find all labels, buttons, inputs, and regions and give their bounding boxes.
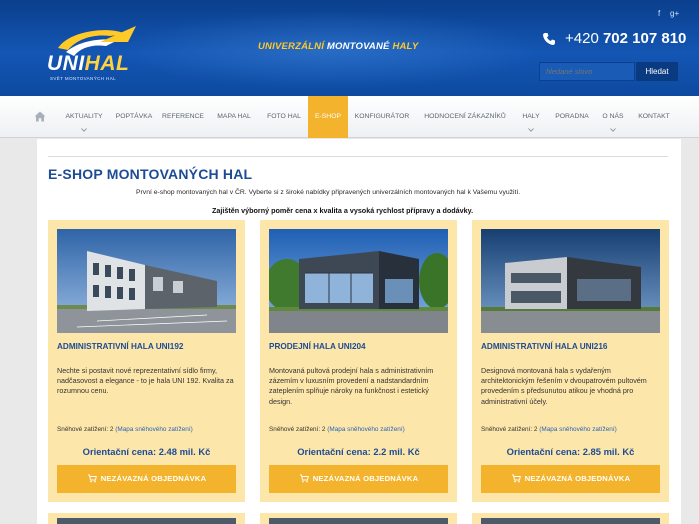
phone-icon xyxy=(543,33,555,45)
header-tagline: UNIVERZÁLNÍ MONTOVANÉ HALY xyxy=(258,41,418,52)
nav-item-hodnoceni-zakazniku[interactable]: HODNOCENÍ ZÁKAZNÍKŮ xyxy=(416,96,514,138)
cart-icon xyxy=(299,474,309,483)
nav-item-kontakt[interactable]: KONTAKT xyxy=(630,96,678,138)
site-header: UNIHAL SVĚT MONTOVANÝCH HAL UNIVERZÁLNÍ … xyxy=(0,0,699,96)
logo-accent-text: HAL xyxy=(84,52,130,75)
nav-item-mapa-hal[interactable]: MAPA HAL xyxy=(208,96,260,138)
product-description: Nechte si postavit nové reprezentativní … xyxy=(57,366,234,396)
nav-item-poradna[interactable]: PORADNA xyxy=(548,96,596,138)
order-button-label: NEZÁVAZNÁ OBJEDNÁVKA xyxy=(312,474,419,483)
snow-load-label: Sněhové zatížení: 2 xyxy=(57,426,114,433)
product-price: Orientační cena: 2.2 mil. Kč xyxy=(297,446,420,457)
nav-item-aktuality[interactable]: AKTUALITY xyxy=(58,96,110,138)
snow-map-link[interactable]: (Mapa sněhového zatížení) xyxy=(327,426,404,433)
order-button[interactable]: NEZÁVAZNÁ OBJEDNÁVKA xyxy=(57,465,236,493)
snow-map-link[interactable]: (Mapa sněhového zatížení) xyxy=(115,426,192,433)
nav-label: HALY xyxy=(522,113,540,120)
order-button-label: NEZÁVAZNÁ OBJEDNÁVKA xyxy=(100,474,207,483)
tagline-word-1: UNIVERZÁLNÍ xyxy=(258,41,325,52)
product-description: Designová montovaná hala s vydařeným arc… xyxy=(481,366,647,406)
tagline-word-2: MONTOVANÉ xyxy=(326,41,390,52)
product-title[interactable]: PRODEJNÍ HALA UNI204 xyxy=(269,342,449,351)
cart-icon xyxy=(511,474,521,483)
product-title[interactable]: ADMINISTRATIVNÍ HALA UNI216 xyxy=(481,342,661,351)
product-card-next xyxy=(472,513,669,524)
chevron-down-icon xyxy=(528,128,534,132)
cart-icon xyxy=(87,474,97,483)
nav-item-haly[interactable]: HALY xyxy=(514,96,548,138)
phone-prefix: +420 xyxy=(565,30,599,47)
nav-item-e-shop[interactable]: E-SHOP xyxy=(308,96,348,138)
home-icon[interactable] xyxy=(34,111,46,122)
page-intro-highlight: Zajištěn výborný poměr cena x kvalita a … xyxy=(212,206,474,215)
product-card-next xyxy=(48,513,245,524)
nav-item-poptavka[interactable]: POPTÁVKA xyxy=(110,96,158,138)
phone-number[interactable]: +420 702 107 810 xyxy=(565,30,686,47)
nav-item-konfigurator[interactable]: KONFIGURÁTOR xyxy=(348,96,416,138)
page-title: E-SHOP MONTOVANÝCH HAL xyxy=(48,166,253,182)
product-card-next xyxy=(260,513,457,524)
nav-item-reference[interactable]: REFERENCE xyxy=(158,96,208,138)
order-button[interactable]: NEZÁVAZNÁ OBJEDNÁVKA xyxy=(481,465,660,493)
product-description: Montovaná pultová prodejní hala s admini… xyxy=(269,366,434,406)
product-photo[interactable] xyxy=(481,518,660,524)
tagline-word-3: HALY xyxy=(392,41,419,52)
main-navigation: AKTUALITY POPTÁVKA REFERENCE MAPA HAL FO… xyxy=(0,96,699,138)
order-button[interactable]: NEZÁVAZNÁ OBJEDNÁVKA xyxy=(269,465,448,493)
page-intro: První e-shop montovaných hal v ČR. Vyber… xyxy=(136,189,521,196)
facebook-icon[interactable]: f xyxy=(658,9,660,18)
product-price: Orientační cena: 2.85 mil. Kč xyxy=(506,446,635,457)
product-title[interactable]: ADMINISTRATIVNÍ HALA UNI192 xyxy=(57,342,237,351)
snow-load-label: Sněhové zatížení: 2 xyxy=(481,426,538,433)
product-photo[interactable] xyxy=(481,229,660,333)
product-card-uni204: PRODEJNÍ HALA UNI204 Montovaná pultová p… xyxy=(260,220,457,502)
chevron-down-icon xyxy=(81,128,87,132)
search-button[interactable]: Hledat xyxy=(636,62,678,81)
divider xyxy=(48,156,668,157)
chevron-down-icon xyxy=(610,128,616,132)
snow-load: Sněhové zatížení: 2 (Mapa sněhového zatí… xyxy=(57,426,193,433)
product-photo[interactable] xyxy=(57,229,236,333)
snow-map-link[interactable]: (Mapa sněhového zatížení) xyxy=(539,426,616,433)
phone-digits: 702 107 810 xyxy=(602,30,687,47)
search-input[interactable] xyxy=(539,62,635,81)
product-card-uni192: ADMINISTRATIVNÍ HALA UNI192 Nechte si po… xyxy=(48,220,245,502)
snow-load-label: Sněhové zatížení: 2 xyxy=(269,426,326,433)
logo-wordmark[interactable]: UNIHAL xyxy=(47,52,129,76)
logo-main-text: UNI xyxy=(47,52,85,75)
googleplus-icon[interactable]: g+ xyxy=(670,9,679,18)
product-card-uni216: ADMINISTRATIVNÍ HALA UNI216 Designová mo… xyxy=(472,220,669,502)
product-photo[interactable] xyxy=(269,518,448,524)
snow-load: Sněhové zatížení: 2 (Mapa sněhového zatí… xyxy=(269,426,405,433)
nav-item-o-nas[interactable]: O NÁS xyxy=(596,96,630,138)
nav-label: O NÁS xyxy=(602,113,624,120)
logo-subtitle: SVĚT MONTOVANÝCH HAL xyxy=(50,76,117,81)
snow-load: Sněhové zatížení: 2 (Mapa sněhového zatí… xyxy=(481,426,617,433)
order-button-label: NEZÁVAZNÁ OBJEDNÁVKA xyxy=(524,474,631,483)
nav-label: AKTUALITY xyxy=(65,113,103,120)
product-photo[interactable] xyxy=(57,518,236,524)
product-photo[interactable] xyxy=(269,229,448,333)
nav-item-foto-hal[interactable]: FOTO HAL xyxy=(260,96,308,138)
product-price: Orientační cena: 2.48 mil. Kč xyxy=(82,446,211,457)
